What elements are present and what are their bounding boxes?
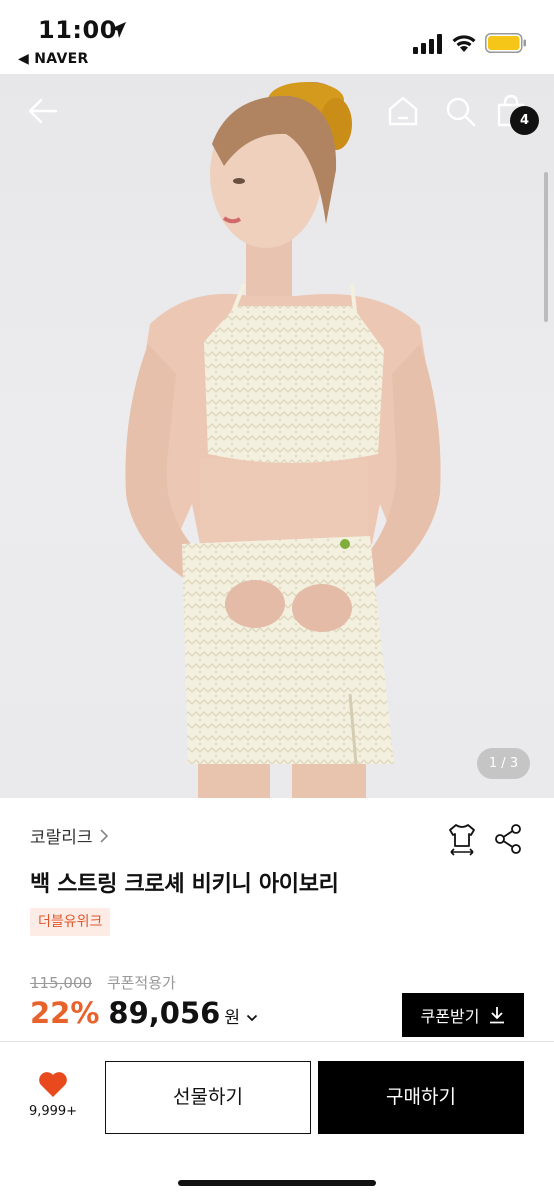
cellular-signal-icon (413, 34, 442, 54)
coupon-price-label: 쿠폰적용가 (106, 974, 176, 992)
buy-button[interactable]: 구매하기 (318, 1061, 524, 1134)
event-tag: 더블유위크 (30, 908, 111, 936)
gift-button[interactable]: 선물하기 (105, 1061, 311, 1134)
status-time: 11:00 (38, 16, 117, 44)
original-price: 115,000 (30, 974, 93, 992)
chevron-down-icon[interactable] (246, 1013, 258, 1023)
download-icon (490, 1007, 505, 1024)
location-arrow-icon (110, 22, 126, 38)
like-count: 9,999+ (28, 1104, 78, 1119)
original-price-row: 115,000 쿠폰적용가 (30, 972, 176, 993)
battery-icon (485, 33, 526, 53)
wifi-icon (452, 35, 476, 52)
search-icon[interactable] (443, 94, 477, 128)
heart-icon (39, 1072, 67, 1097)
back-to-app-link[interactable]: ◀ NAVER (18, 51, 89, 67)
get-coupon-button[interactable]: 쿠폰받기 (402, 993, 524, 1037)
like-button[interactable]: 9,999+ (22, 1070, 84, 1119)
brand-link[interactable]: 코랄리크 (30, 823, 109, 848)
home-icon[interactable] (386, 94, 420, 128)
scroll-indicator (544, 172, 548, 322)
discount-rate: 22% (30, 996, 100, 1030)
share-icon[interactable] (494, 824, 522, 854)
status-bar: 11:00 ◀ NAVER (0, 0, 554, 74)
product-photo (125, 82, 441, 798)
currency-unit: 원 (224, 1008, 240, 1028)
brand-name: 코랄리크 (30, 828, 93, 848)
cart-count-badge: 4 (510, 106, 539, 135)
chevron-right-icon (99, 828, 108, 843)
back-arrow-icon[interactable] (26, 94, 60, 128)
product-title: 백 스트링 크로셰 비키니 아이보리 (30, 872, 339, 897)
image-pager: 1 / 3 (477, 748, 530, 779)
get-coupon-label: 쿠폰받기 (420, 1009, 480, 1026)
divider (0, 1041, 554, 1042)
home-indicator (178, 1180, 376, 1186)
size-guide-icon[interactable] (447, 822, 477, 856)
sale-price: 89,056 (108, 996, 221, 1030)
price-row[interactable]: 22% 89,056 원 (30, 996, 258, 1030)
product-image-carousel[interactable] (0, 74, 554, 798)
